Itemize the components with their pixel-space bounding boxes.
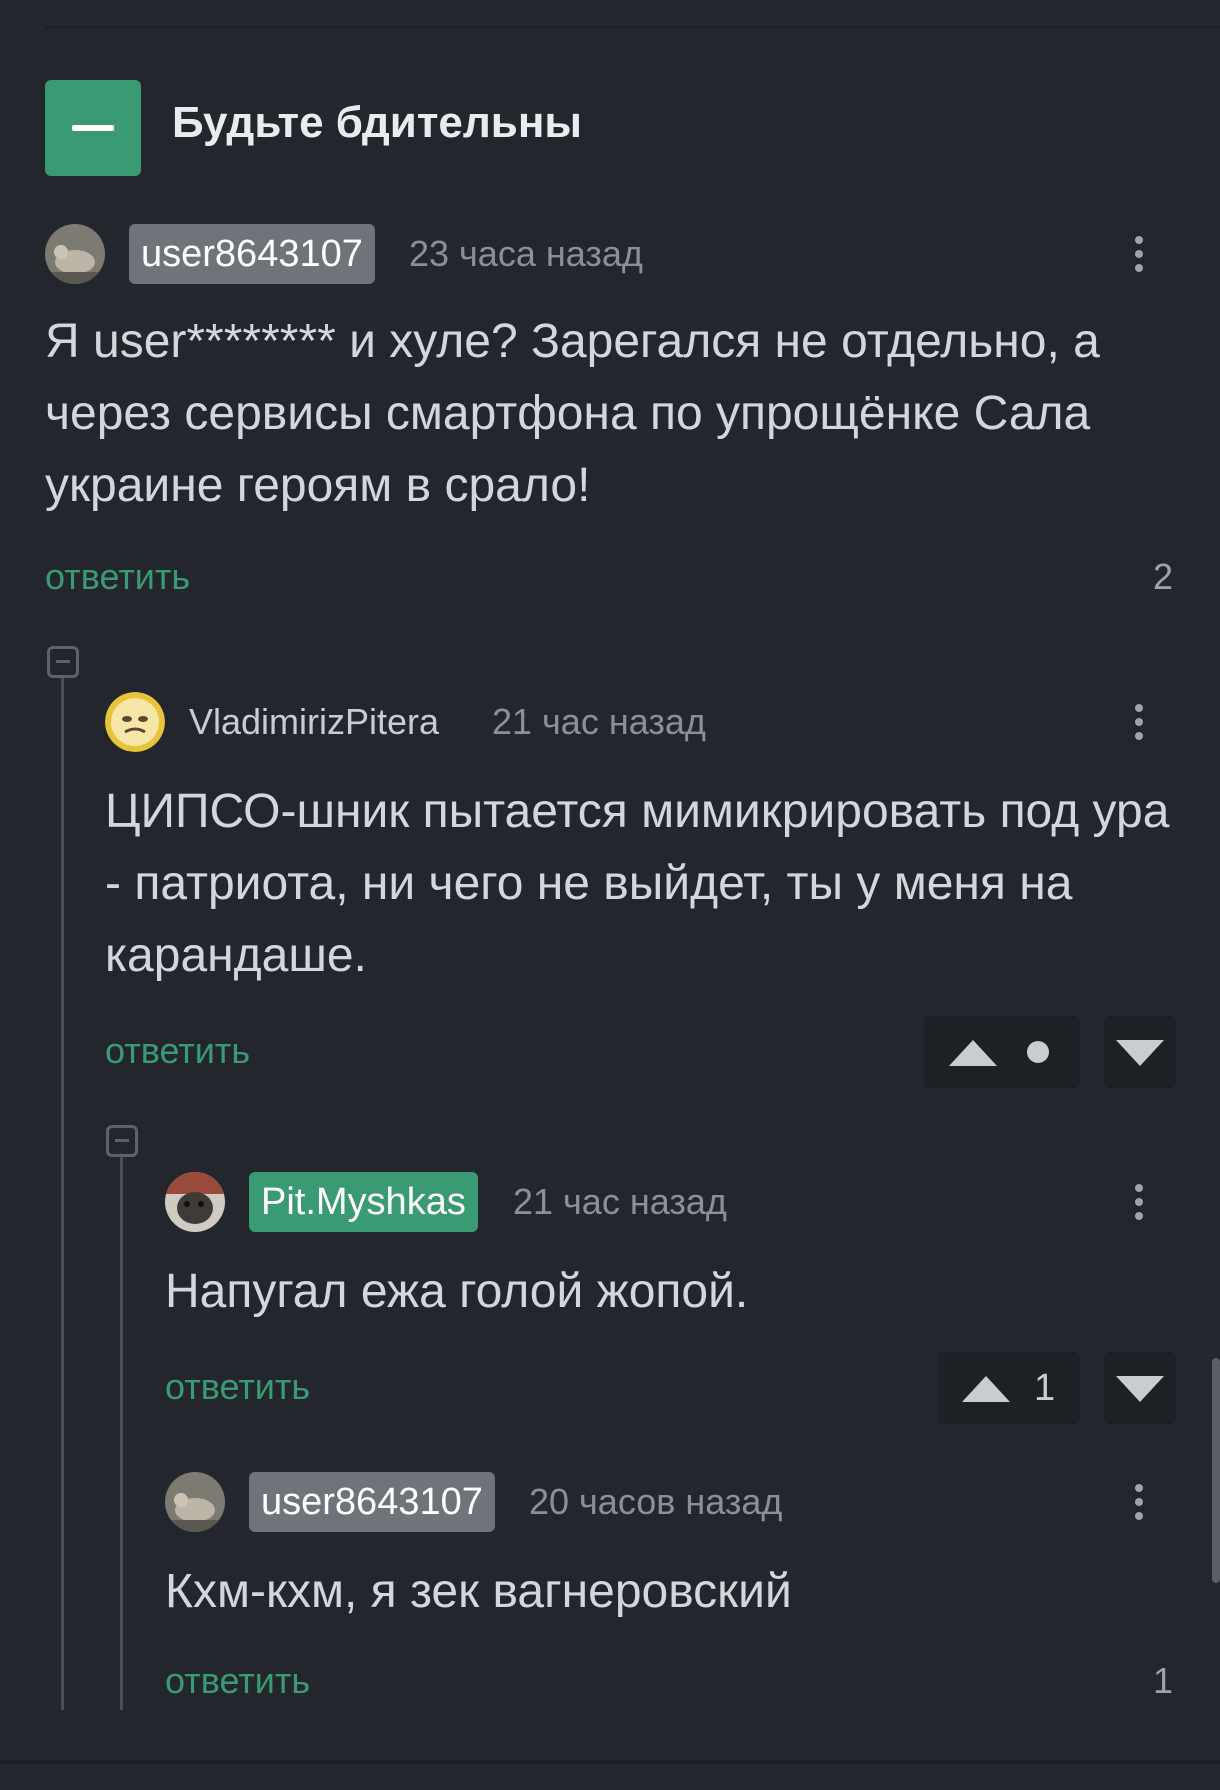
rating-value: 1 bbox=[1034, 1367, 1056, 1409]
scrollbar[interactable] bbox=[1212, 1358, 1220, 1583]
author-nick[interactable]: user8643107 bbox=[129, 224, 375, 284]
upvote-button[interactable]: 1 bbox=[938, 1352, 1080, 1424]
avatar[interactable] bbox=[105, 692, 165, 752]
avatar[interactable] bbox=[45, 224, 105, 284]
comment-text: Кхм-кхм, я зек вагнеровский bbox=[165, 1565, 792, 1618]
collapse-comments-button[interactable] bbox=[45, 80, 141, 176]
downvote-button[interactable] bbox=[1104, 1352, 1176, 1424]
bottom-divider bbox=[0, 1760, 1220, 1764]
thread-line bbox=[61, 678, 64, 1710]
story-title: Будьте бдительны bbox=[172, 98, 583, 147]
comment-time: 23 часа назад bbox=[409, 233, 643, 274]
kebab-icon[interactable] bbox=[1124, 1472, 1154, 1532]
upvote-button[interactable] bbox=[924, 1016, 1080, 1088]
thread-collapse-toggle[interactable] bbox=[47, 646, 79, 678]
reply-link[interactable]: ответить bbox=[45, 552, 190, 602]
comment-time: 21 час назад bbox=[513, 1181, 727, 1222]
comment-text: Напугал ежа голой жопой. bbox=[165, 1265, 749, 1318]
rating-hidden-dot bbox=[1027, 1041, 1049, 1063]
thread-collapse-toggle[interactable] bbox=[106, 1125, 138, 1157]
comment-text: ЦИПСО-шник пытается мимикрировать под ур… bbox=[105, 785, 1170, 982]
comment-time: 20 часов назад bbox=[529, 1481, 783, 1522]
comment-text: Я user******** и хуле? Зарегался не отде… bbox=[45, 315, 1100, 512]
downvote-icon bbox=[1116, 1376, 1164, 1402]
reply-link[interactable]: ответить bbox=[105, 1026, 250, 1076]
reply-link[interactable]: ответить bbox=[165, 1362, 310, 1412]
upvote-icon bbox=[962, 1376, 1010, 1402]
kebab-icon[interactable] bbox=[1124, 224, 1154, 284]
comment-time: 21 час назад bbox=[492, 701, 706, 742]
kebab-icon[interactable] bbox=[1124, 692, 1154, 752]
comment-count: 2 bbox=[1153, 556, 1174, 597]
reply-link[interactable]: ответить bbox=[165, 1656, 310, 1706]
downvote-button[interactable] bbox=[1104, 1016, 1176, 1088]
thread-line bbox=[120, 1157, 123, 1710]
avatar[interactable] bbox=[165, 1472, 225, 1532]
avatar[interactable] bbox=[165, 1172, 225, 1232]
downvote-icon bbox=[1116, 1040, 1164, 1066]
comment-count: 1 bbox=[1153, 1660, 1174, 1701]
author-nick[interactable]: Pit.Myshkas bbox=[249, 1172, 478, 1232]
kebab-icon[interactable] bbox=[1124, 1172, 1154, 1232]
minus-icon bbox=[72, 125, 114, 131]
author-nick[interactable]: user8643107 bbox=[249, 1472, 495, 1532]
author-nick[interactable]: VladimirizPitera bbox=[189, 692, 439, 752]
upvote-icon bbox=[949, 1040, 997, 1066]
top-divider bbox=[45, 26, 1220, 29]
